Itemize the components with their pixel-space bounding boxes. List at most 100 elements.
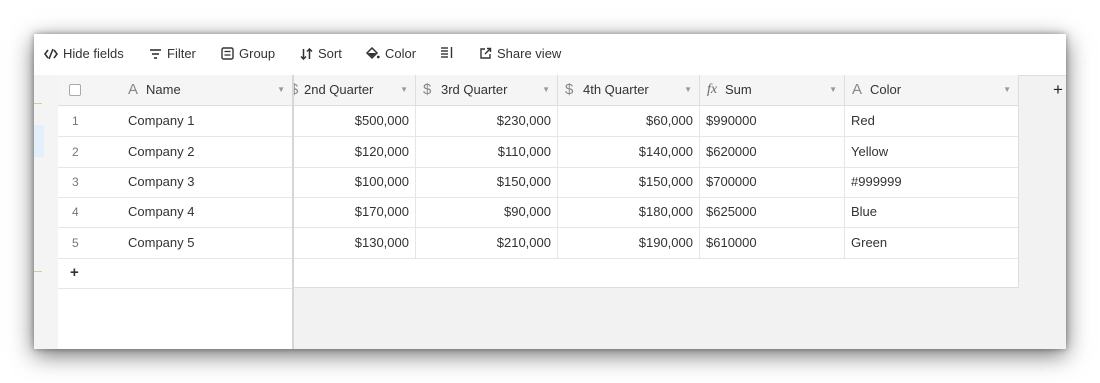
divider	[34, 103, 42, 104]
chevron-down-icon[interactable]: ▼	[277, 75, 285, 105]
text-field-icon: A	[852, 81, 863, 98]
currency-icon: $	[565, 81, 574, 98]
table-row[interactable]: $500,000 $230,000 $60,000 $990000 Red	[294, 106, 1018, 137]
column-header-label: Name	[146, 82, 181, 97]
sum-cell[interactable]: $610000	[700, 228, 845, 258]
table-row[interactable]: 5 Company 5	[58, 228, 292, 259]
column-header-q2[interactable]: $ 2nd Quarter ▼	[294, 75, 416, 105]
column-header-q4[interactable]: $ 4th Quarter ▼	[558, 75, 700, 105]
name-cell[interactable]: Company 2	[128, 137, 288, 167]
table-row[interactable]: 4 Company 4	[58, 197, 292, 228]
color-cell[interactable]: Red	[845, 106, 1018, 136]
view-toolbar: Hide fields Filter Group Sort Color Shar…	[34, 34, 1066, 76]
table-row[interactable]: 2 Company 2	[58, 137, 292, 168]
table-row[interactable]: $120,000 $110,000 $140,000 $620000 Yello…	[294, 137, 1018, 168]
name-cell[interactable]: Company 3	[128, 167, 288, 197]
data-grid: A Name ▼ 1 Company 1 2 Company 2 3 Compa…	[58, 75, 1066, 349]
name-cell[interactable]: Company 4	[128, 197, 288, 227]
hide-fields-icon	[44, 48, 58, 59]
table-row[interactable]: $170,000 $90,000 $180,000 $625000 Blue	[294, 197, 1018, 228]
q2-cell[interactable]: $500,000	[294, 106, 416, 136]
select-all-checkbox[interactable]	[69, 84, 81, 96]
sort-button[interactable]: Sort	[300, 46, 342, 61]
chevron-down-icon[interactable]: ▼	[400, 75, 408, 105]
row-number: 1	[72, 114, 79, 128]
sum-cell[interactable]: $625000	[700, 197, 845, 227]
sort-label: Sort	[318, 46, 342, 61]
column-header-label: Color	[870, 82, 902, 97]
q2-cell[interactable]: $170,000	[294, 197, 416, 227]
color-button[interactable]: Color	[365, 46, 416, 61]
group-button[interactable]: Group	[221, 46, 275, 61]
color-cell[interactable]: Blue	[845, 197, 1018, 227]
q4-cell[interactable]: $60,000	[558, 106, 700, 136]
formula-icon: fx	[707, 82, 718, 97]
table-row[interactable]: 3 Company 3	[58, 167, 292, 198]
q3-cell[interactable]: $90,000	[416, 197, 558, 227]
chevron-down-icon[interactable]: ▼	[1003, 75, 1011, 105]
color-label: Color	[385, 46, 417, 61]
filter-icon	[150, 48, 161, 59]
q4-cell[interactable]: $180,000	[558, 197, 700, 227]
row-height-button[interactable]	[440, 46, 454, 59]
scroll-pane: $ 2nd Quarter ▼ $ 3rd Quarter ▼ $ 4th Qu…	[294, 75, 1019, 288]
filter-label: Filter	[167, 46, 196, 61]
filter-button[interactable]: Filter	[149, 46, 196, 61]
column-header-color[interactable]: A Color ▼	[845, 75, 1018, 105]
row-number: 2	[72, 145, 79, 159]
q3-cell[interactable]: $230,000	[416, 106, 558, 136]
q4-cell[interactable]: $150,000	[558, 167, 700, 197]
share-view-label: Share view	[497, 46, 562, 61]
frozen-pane: A Name ▼ 1 Company 1 2 Company 2 3 Compa…	[58, 75, 294, 349]
color-cell[interactable]: Yellow	[845, 137, 1018, 167]
paint-bucket-icon	[365, 47, 380, 60]
share-view-button[interactable]: Share view	[479, 46, 561, 61]
plus-icon[interactable]: +	[70, 258, 90, 288]
share-icon	[480, 47, 492, 59]
add-field-button[interactable]: +	[1050, 75, 1066, 105]
table-row[interactable]: 1 Company 1	[58, 106, 292, 137]
sum-cell[interactable]: $700000	[700, 167, 845, 197]
divider	[34, 271, 42, 272]
q2-cell[interactable]: $100,000	[294, 167, 416, 197]
row-number: 3	[72, 175, 79, 189]
sort-icon	[300, 47, 313, 60]
add-row-button[interactable]: +	[58, 258, 292, 289]
column-header-q3[interactable]: $ 3rd Quarter ▼	[416, 75, 558, 105]
color-cell[interactable]: Green	[845, 228, 1018, 258]
text-field-icon: A	[128, 81, 139, 98]
frozen-header: A Name ▼	[58, 75, 292, 106]
table-row[interactable]: $100,000 $150,000 $150,000 $700000 #9999…	[294, 167, 1018, 198]
column-header-name[interactable]: A Name ▼	[114, 75, 292, 105]
currency-icon: $	[423, 81, 432, 98]
q3-cell[interactable]: $210,000	[416, 228, 558, 258]
hide-fields-button[interactable]: Hide fields	[44, 46, 124, 61]
chevron-down-icon[interactable]: ▼	[542, 75, 550, 105]
sidebar-selection[interactable]	[34, 125, 44, 157]
currency-icon: $	[294, 75, 298, 105]
name-cell[interactable]: Company 1	[128, 106, 288, 136]
row-number: 5	[72, 236, 79, 250]
column-header-label: Sum	[725, 82, 752, 97]
column-header-label: 3rd Quarter	[441, 82, 508, 97]
add-row-area[interactable]	[294, 258, 1018, 288]
chevron-down-icon[interactable]: ▼	[829, 75, 837, 105]
q4-cell[interactable]: $140,000	[558, 137, 700, 167]
row-number: 4	[72, 205, 79, 219]
sum-cell[interactable]: $620000	[700, 137, 845, 167]
column-header-label: 4th Quarter	[583, 82, 649, 97]
q2-cell[interactable]: $120,000	[294, 137, 416, 167]
chevron-down-icon[interactable]: ▼	[684, 75, 692, 105]
q4-cell[interactable]: $190,000	[558, 228, 700, 258]
q3-cell[interactable]: $110,000	[416, 137, 558, 167]
q2-cell[interactable]: $130,000	[294, 228, 416, 258]
q3-cell[interactable]: $150,000	[416, 167, 558, 197]
table-row[interactable]: $130,000 $210,000 $190,000 $610000 Green	[294, 228, 1018, 259]
column-header-sum[interactable]: fx Sum ▼	[700, 75, 845, 105]
color-cell[interactable]: #999999	[845, 167, 1018, 197]
name-cell[interactable]: Company 5	[128, 228, 288, 258]
group-icon	[221, 47, 234, 60]
sum-cell[interactable]: $990000	[700, 106, 845, 136]
column-headers: $ 2nd Quarter ▼ $ 3rd Quarter ▼ $ 4th Qu…	[294, 75, 1018, 106]
app-window: Hide fields Filter Group Sort Color Shar…	[34, 34, 1066, 349]
